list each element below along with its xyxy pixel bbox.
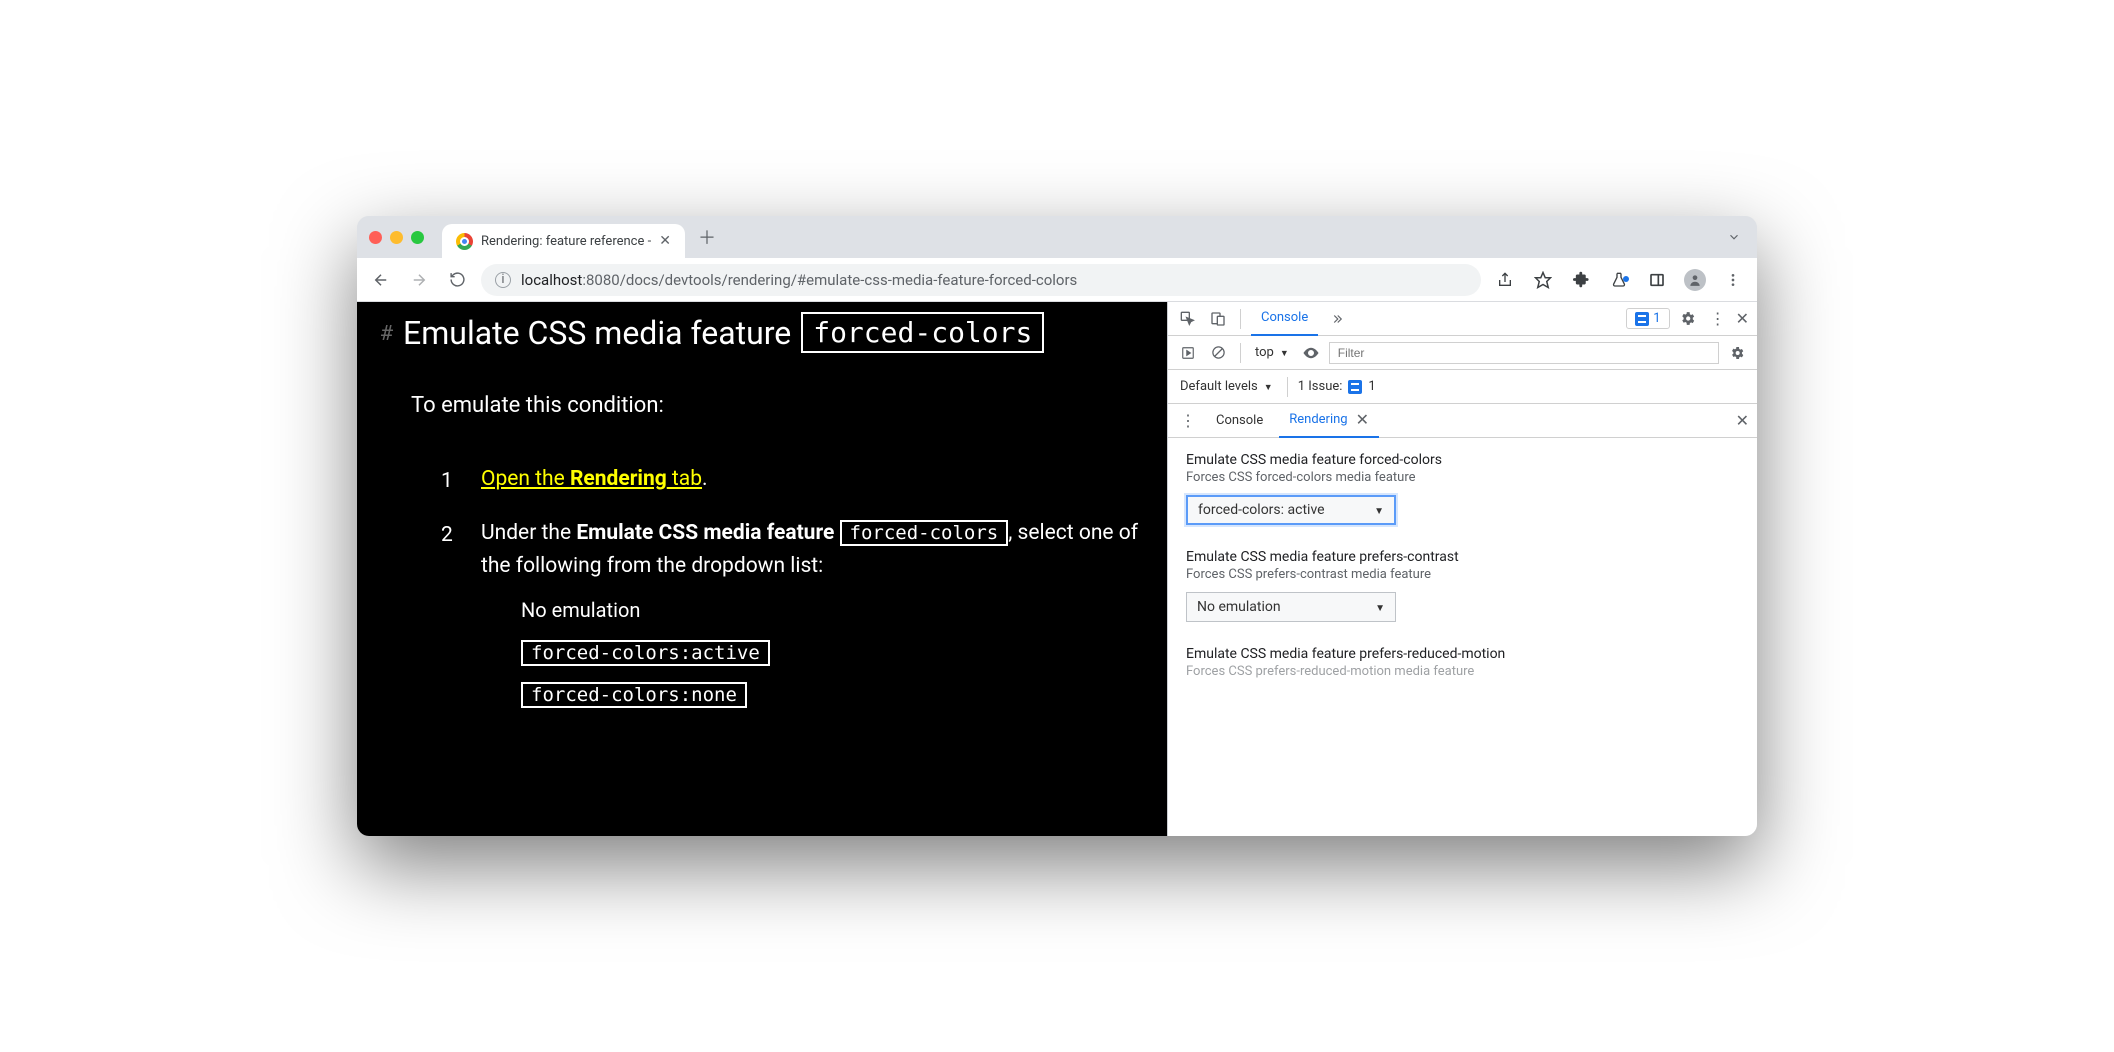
option-none: forced-colors:none xyxy=(521,678,1143,710)
options-list: No emulation forced-colors:active forced… xyxy=(481,594,1143,711)
emulation-forced-colors: Emulate CSS media feature forced-colors … xyxy=(1186,452,1739,525)
log-levels-selector[interactable]: Default levels xyxy=(1176,379,1277,394)
open-rendering-link[interactable]: Open the Rendering tab xyxy=(481,467,702,491)
step-2: Under the Emulate CSS media feature forc… xyxy=(441,517,1143,711)
browser-window: Rendering: feature reference - ✕ ＋ i loc… xyxy=(357,216,1757,836)
chrome-favicon-icon xyxy=(456,233,473,250)
step2-code: forced-colors xyxy=(840,520,1009,546)
divider xyxy=(1240,309,1241,329)
issue-count: 1 xyxy=(1368,379,1375,394)
console-toolbar: top xyxy=(1168,336,1757,370)
close-window-button[interactable] xyxy=(369,231,382,244)
maximize-window-button[interactable] xyxy=(411,231,424,244)
content-area: # Emulate CSS media feature forced-color… xyxy=(357,302,1757,836)
browser-tab[interactable]: Rendering: feature reference - ✕ xyxy=(442,224,685,258)
console-levels-row: Default levels 1 Issue: 1 xyxy=(1168,370,1757,404)
filter-input[interactable] xyxy=(1329,342,1719,364)
emu-title: Emulate CSS media feature forced-colors xyxy=(1186,452,1739,468)
devtools-panel: Console 1 ⋮ ✕ xyxy=(1167,302,1757,836)
labs-button[interactable] xyxy=(1605,266,1633,294)
window-controls xyxy=(369,231,424,244)
drawer-tabs: ⋮ Console Rendering ✕ ✕ xyxy=(1168,404,1757,438)
steps-list: Open the Rendering tab. Under the Emulat… xyxy=(381,463,1143,711)
address-bar[interactable]: i localhost:8080/docs/devtools/rendering… xyxy=(481,264,1481,296)
close-tab-button[interactable]: ✕ xyxy=(659,233,671,249)
minimize-window-button[interactable] xyxy=(390,231,403,244)
drawer-console-tab[interactable]: Console xyxy=(1206,404,1273,438)
tab-title: Rendering: feature reference - xyxy=(481,234,651,249)
inspect-icon[interactable] xyxy=(1176,307,1200,331)
share-button[interactable] xyxy=(1491,266,1519,294)
divider xyxy=(1240,343,1241,363)
emu-subtitle: Forces CSS forced-colors media feature xyxy=(1186,470,1739,485)
devtools-menu-icon[interactable]: ⋮ xyxy=(1706,309,1730,328)
emu-title: Emulate CSS media feature prefers-reduce… xyxy=(1186,646,1739,662)
forced-colors-select[interactable]: forced-colors: active xyxy=(1186,495,1396,525)
profile-button[interactable] xyxy=(1681,266,1709,294)
emu-subtitle: Forces CSS prefers-contrast media featur… xyxy=(1186,567,1739,582)
step-1: Open the Rendering tab. xyxy=(441,463,1143,497)
heading-code: forced-colors xyxy=(801,312,1044,353)
emu-title: Emulate CSS media feature prefers-contra… xyxy=(1186,549,1739,565)
close-drawer-button[interactable]: ✕ xyxy=(1736,411,1749,430)
drawer-rendering-tab[interactable]: Rendering ✕ xyxy=(1279,404,1379,438)
option-active: forced-colors:active xyxy=(521,636,1143,668)
side-panel-button[interactable] xyxy=(1643,266,1671,294)
close-rendering-tab-icon[interactable]: ✕ xyxy=(1356,410,1369,429)
new-tab-button[interactable]: ＋ xyxy=(693,223,721,251)
tab-strip: Rendering: feature reference - ✕ ＋ xyxy=(357,216,1757,258)
page-content: # Emulate CSS media feature forced-color… xyxy=(357,302,1167,836)
emu-subtitle: Forces CSS prefers-reduced-motion media … xyxy=(1186,664,1739,679)
live-expression-icon[interactable] xyxy=(1299,341,1323,365)
execute-icon[interactable] xyxy=(1176,341,1200,365)
issue-icon xyxy=(1635,312,1649,326)
console-settings-icon[interactable] xyxy=(1725,341,1749,365)
close-devtools-button[interactable]: ✕ xyxy=(1736,309,1749,328)
reload-button[interactable] xyxy=(443,266,471,294)
anchor-icon[interactable]: # xyxy=(381,321,393,345)
bookmark-button[interactable] xyxy=(1529,266,1557,294)
divider xyxy=(1287,377,1288,397)
context-selector[interactable]: top xyxy=(1251,345,1293,360)
console-tab[interactable]: Console xyxy=(1251,302,1318,336)
toolbar: i localhost:8080/docs/devtools/rendering… xyxy=(357,258,1757,302)
device-toggle-icon[interactable] xyxy=(1206,307,1230,331)
clear-console-icon[interactable] xyxy=(1206,341,1230,365)
emulation-prefers-reduced-motion: Emulate CSS media feature prefers-reduce… xyxy=(1186,646,1739,679)
drawer-menu-icon[interactable]: ⋮ xyxy=(1176,411,1200,430)
issues-button[interactable]: 1 xyxy=(1626,308,1669,329)
emulation-prefers-contrast: Emulate CSS media feature prefers-contra… xyxy=(1186,549,1739,622)
browser-menu-button[interactable] xyxy=(1719,266,1747,294)
extensions-button[interactable] xyxy=(1567,266,1595,294)
more-tabs-icon[interactable] xyxy=(1324,307,1348,331)
forward-button[interactable] xyxy=(405,266,433,294)
devtools-topbar: Console 1 ⋮ ✕ xyxy=(1168,302,1757,336)
prefers-contrast-select[interactable]: No emulation xyxy=(1186,592,1396,622)
issue-icon xyxy=(1348,380,1362,394)
issues-count: 1 xyxy=(1653,311,1660,326)
rendering-panel: Emulate CSS media feature forced-colors … xyxy=(1168,438,1757,836)
url-text: localhost:8080/docs/devtools/rendering/#… xyxy=(521,271,1077,289)
site-info-icon[interactable]: i xyxy=(495,272,511,288)
settings-icon[interactable] xyxy=(1676,307,1700,331)
option-no-emulation: No emulation xyxy=(521,594,1143,626)
heading-text: Emulate CSS media feature xyxy=(403,314,791,352)
intro-text: To emulate this condition: xyxy=(411,393,1143,418)
issue-link[interactable]: 1 Issue: 1 xyxy=(1298,379,1376,394)
page-heading: # Emulate CSS media feature forced-color… xyxy=(381,312,1143,353)
back-button[interactable] xyxy=(367,266,395,294)
tabs-dropdown-button[interactable] xyxy=(1727,230,1741,244)
